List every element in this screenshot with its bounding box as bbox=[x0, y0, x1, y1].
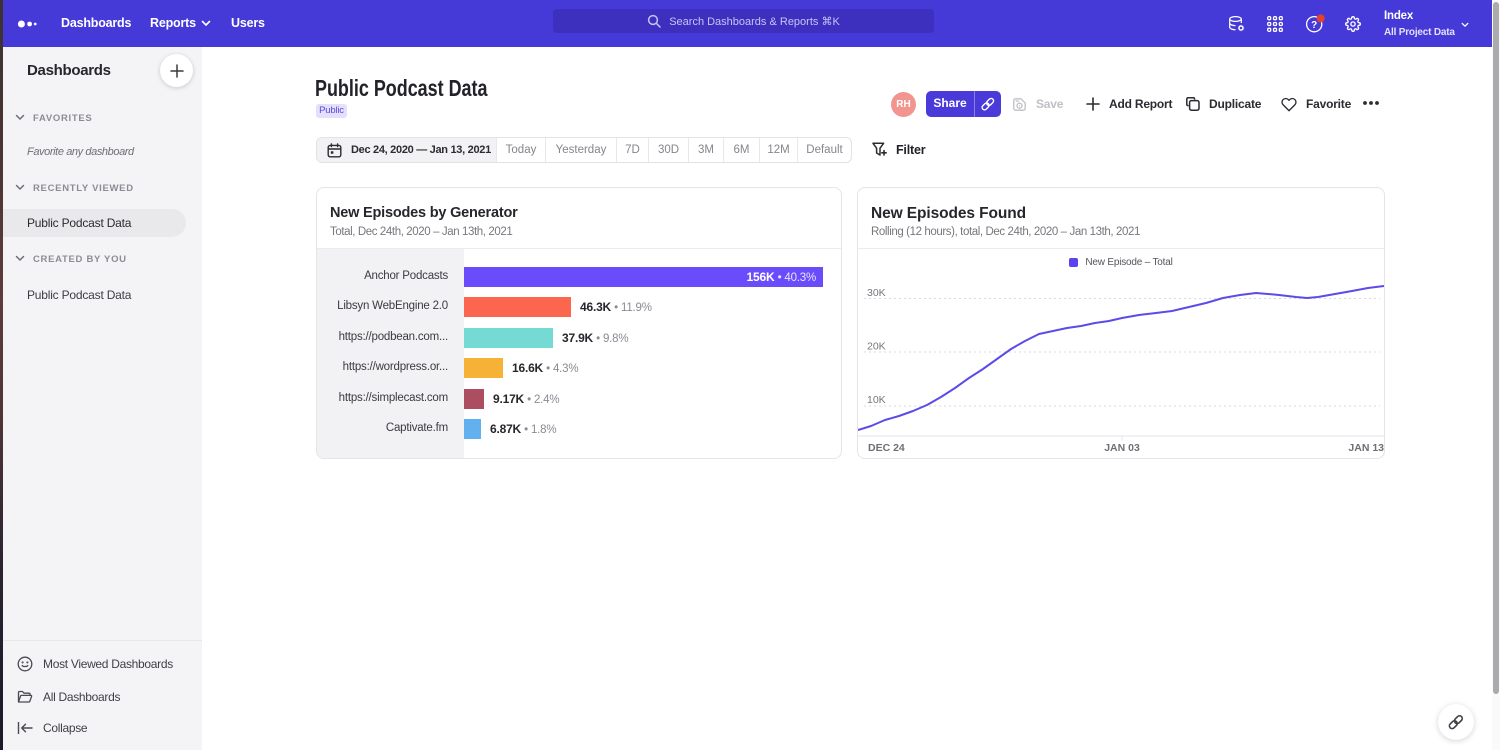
svg-text:DEC 24: DEC 24 bbox=[868, 442, 905, 454]
svg-text:JAN 03: JAN 03 bbox=[1104, 442, 1140, 454]
svg-text:30K: 30K bbox=[867, 287, 886, 299]
svg-text:10K: 10K bbox=[867, 394, 886, 406]
svg-text:?: ? bbox=[1311, 20, 1317, 31]
svg-text:JAN 13: JAN 13 bbox=[1348, 442, 1384, 454]
svg-text:20K: 20K bbox=[867, 341, 886, 353]
